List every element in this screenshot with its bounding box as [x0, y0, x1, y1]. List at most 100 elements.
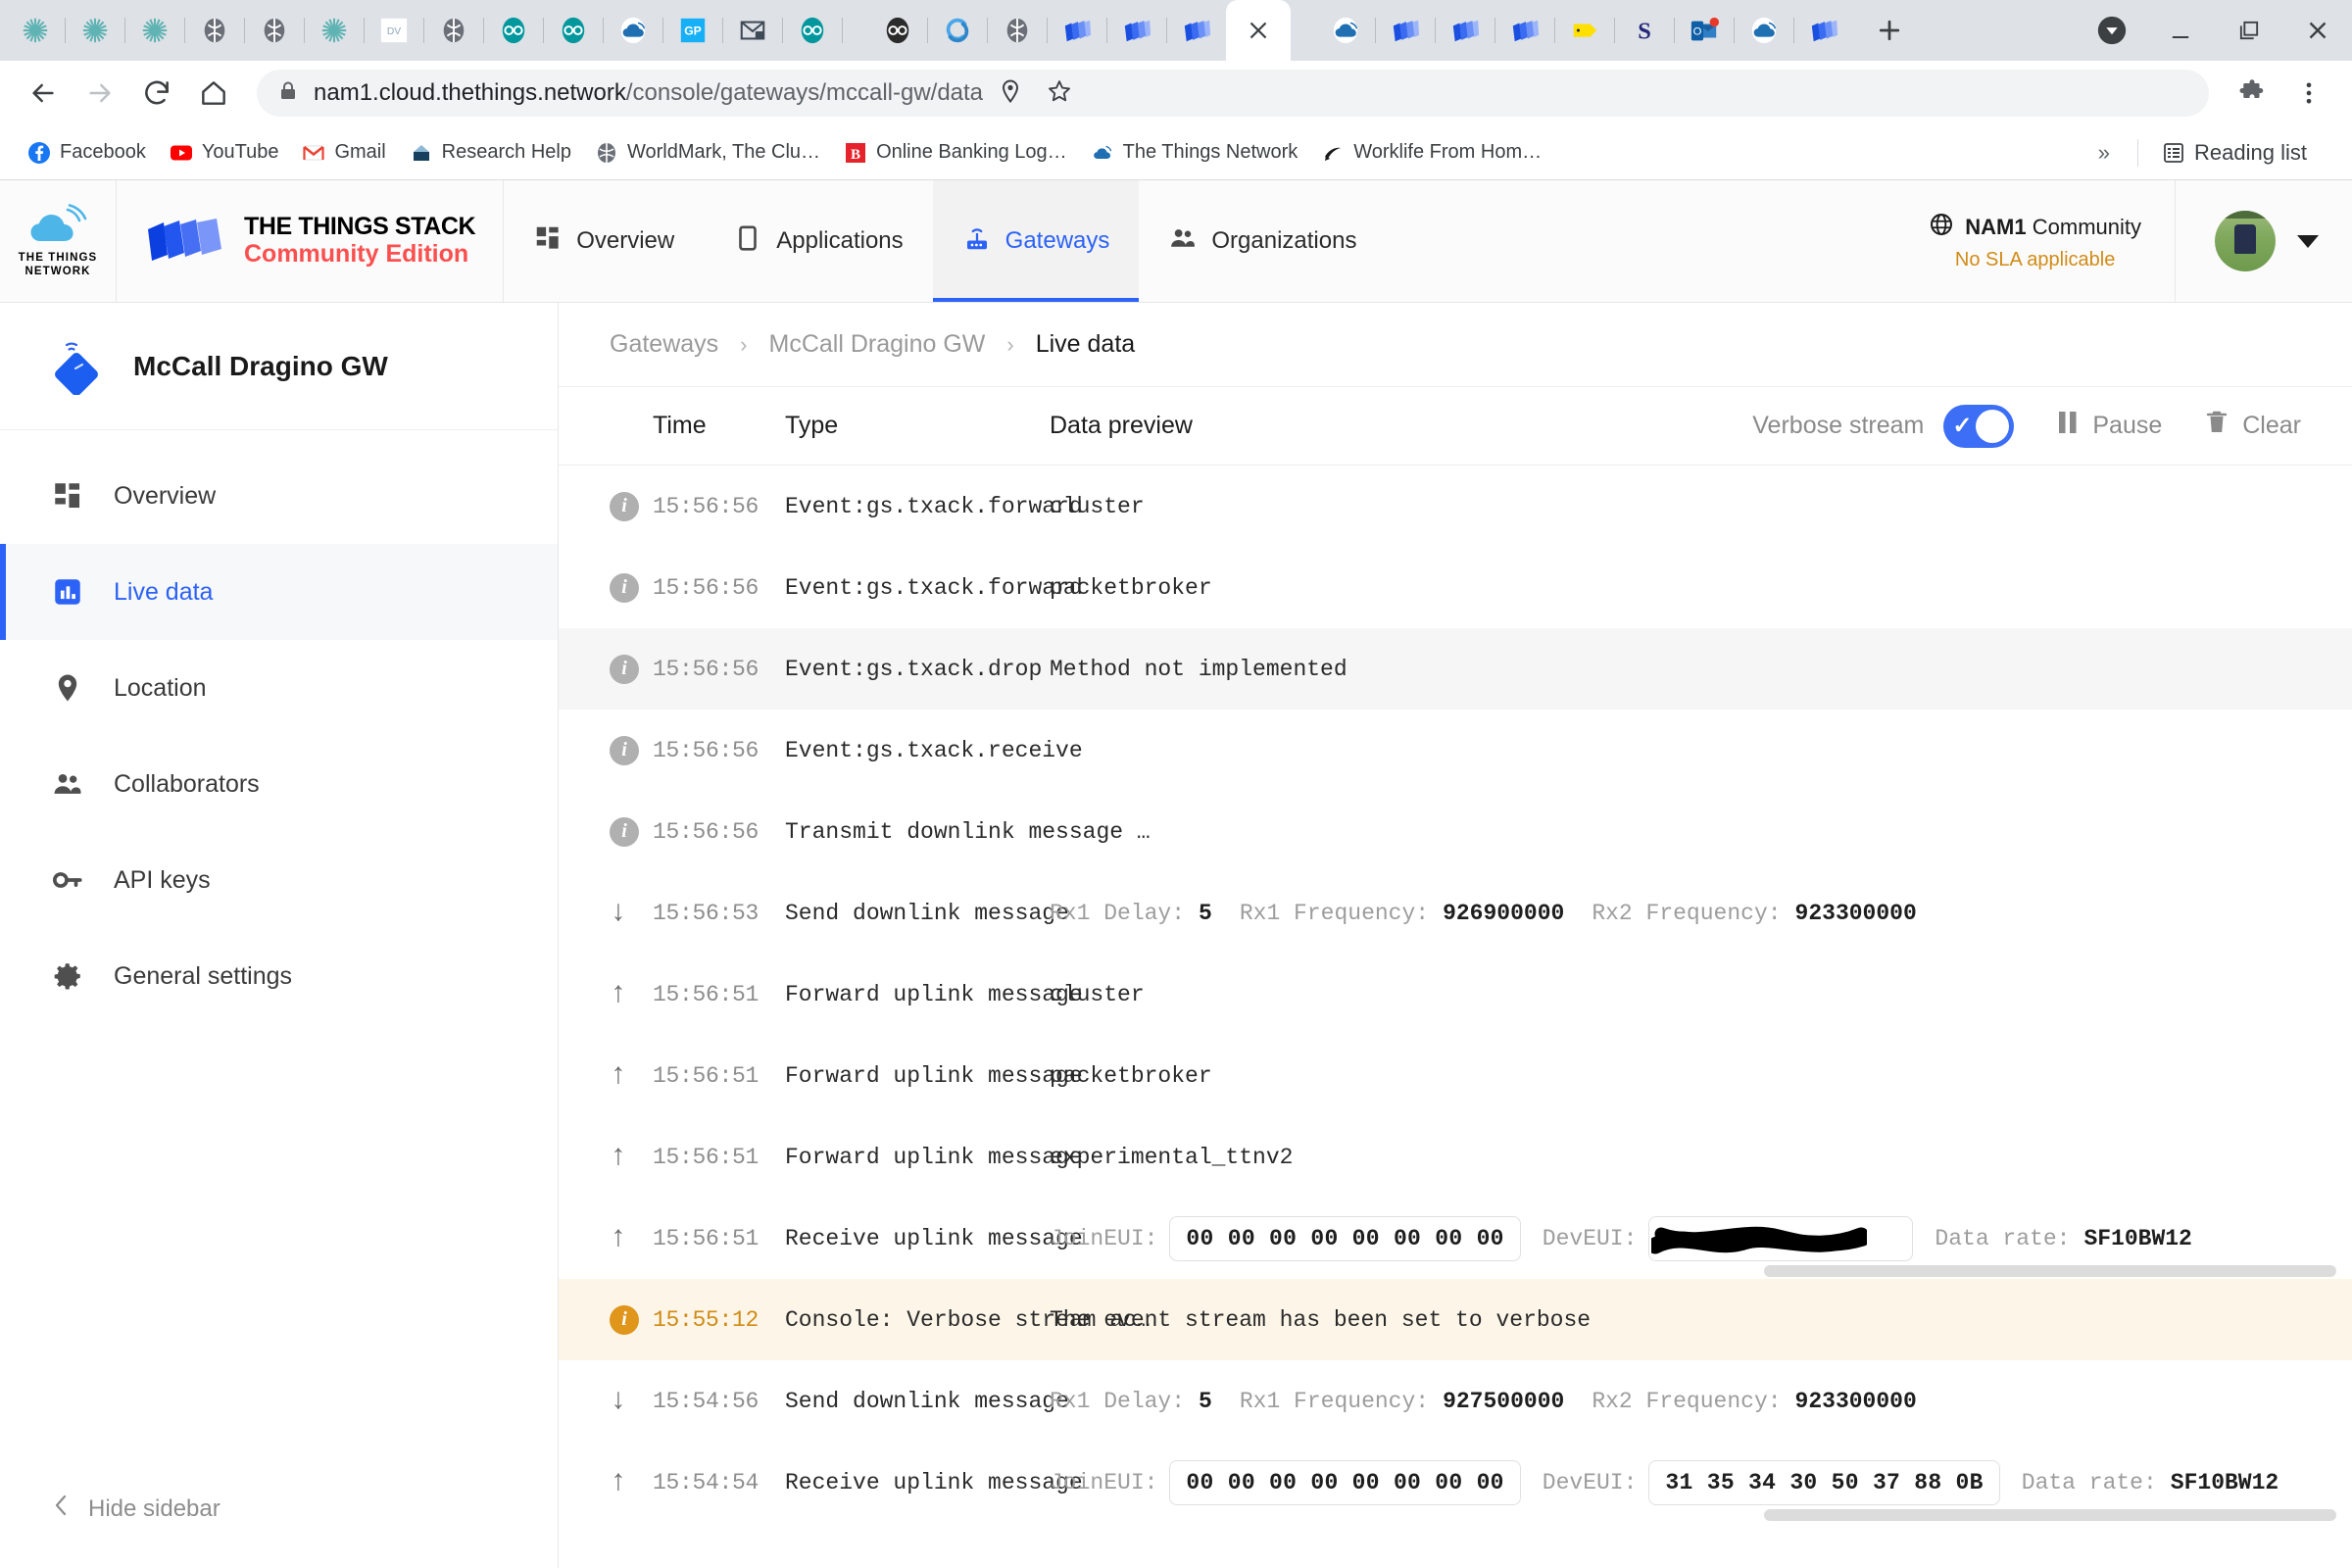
- table-row[interactable]: ↑ 15:56:51 Forward uplink message experimen…: [559, 1116, 2352, 1198]
- row-status-icon: i: [610, 654, 653, 684]
- nav-item-organizations[interactable]: Organizations: [1139, 180, 1386, 302]
- bookmark-star-icon[interactable]: [1046, 77, 1073, 110]
- sidebar-item-overview[interactable]: Overview: [0, 448, 558, 544]
- address-bar[interactable]: nam1.cloud.thethings.network/console/gat…: [257, 70, 2209, 117]
- profile-icon[interactable]: [2078, 0, 2146, 61]
- cluster-info[interactable]: NAM1 Community No SLA applicable: [1895, 180, 2176, 302]
- tab-sunburst-4[interactable]: [305, 0, 364, 61]
- verbose-stream-toggle[interactable]: ✓: [1943, 404, 2015, 448]
- table-row[interactable]: ↓ 15:54:56 Send downlink message Rx1 Delay:…: [559, 1360, 2352, 1442]
- gateway-router-icon: [962, 223, 992, 260]
- gateway-diamond-icon: [51, 338, 108, 396]
- bookmark-online-banking-log[interactable]: B Online Banking Log…: [834, 135, 1077, 171]
- table-row[interactable]: i 15:56:56 Event:gs.txack.drop Method not i…: [559, 628, 2352, 710]
- three-dot-menu-icon[interactable]: [2283, 68, 2334, 119]
- tab-sync[interactable]: [928, 0, 987, 61]
- tab-s[interactable]: S: [1615, 0, 1674, 61]
- deveui-value[interactable]: 31 35 34 30 50 37 88 0B: [1648, 1459, 2000, 1505]
- tab-arduino-1[interactable]: [484, 0, 543, 61]
- table-row[interactable]: ↑ 15:54:54 Receive uplink message JoinEUI: 0…: [559, 1442, 2352, 1523]
- tab-ttn-3[interactable]: [1735, 0, 1793, 61]
- close-icon[interactable]: [2283, 0, 2352, 61]
- minimize-icon[interactable]: [2146, 0, 2215, 61]
- table-row[interactable]: i 15:56:56 Event:gs.txack.receive: [559, 710, 2352, 791]
- maximize-icon[interactable]: [2215, 0, 2283, 61]
- tab-livedata[interactable]: [1226, 0, 1291, 61]
- svg-text:GP: GP: [684, 24, 702, 38]
- horizontal-scrollbar[interactable]: [1764, 1509, 2336, 1521]
- nav-item-gateways[interactable]: Gateways: [932, 180, 1140, 302]
- nav-item-applications[interactable]: Applications: [704, 180, 932, 302]
- tab-arduino-dark[interactable]: [868, 0, 927, 61]
- sidebar-item-live-data[interactable]: Live data: [0, 544, 558, 640]
- pause-button[interactable]: Pause: [2057, 409, 2162, 443]
- tab-arduino-2[interactable]: [544, 0, 603, 61]
- tab-stack-7[interactable]: [1794, 0, 1853, 61]
- back-arrow-icon[interactable]: [18, 68, 69, 119]
- forward-arrow-icon[interactable]: [74, 68, 125, 119]
- tab-separator: [842, 18, 843, 43]
- sidebar-item-collaborators[interactable]: Collaborators: [0, 736, 558, 832]
- bookmark-youtube[interactable]: YouTube: [160, 135, 289, 171]
- bookmarks-overflow-button[interactable]: »: [2084, 140, 2124, 166]
- tab-sunburst-1[interactable]: [6, 0, 65, 61]
- puzzle-piece-icon[interactable]: [2227, 68, 2278, 119]
- location-pin-icon[interactable]: [997, 77, 1024, 110]
- tab-outlook[interactable]: O: [1675, 0, 1734, 61]
- table-row[interactable]: i 15:56:56 Transmit downlink message …: [559, 791, 2352, 872]
- table-row[interactable]: i 15:56:56 Event:gs.txack.forward packetbro…: [559, 547, 2352, 628]
- tab-globe-1[interactable]: [185, 0, 244, 61]
- table-row[interactable]: i 15:56:56 Event:gs.txack.forward cluster: [559, 466, 2352, 547]
- the-things-network-logo[interactable]: THE THINGS NETWORK: [0, 180, 117, 302]
- bookmark-gmail[interactable]: Gmail: [292, 135, 395, 171]
- tab-ttn-2[interactable]: [1316, 0, 1375, 61]
- tab-globe-2[interactable]: [245, 0, 304, 61]
- bookmark-worldmark-the-clu[interactable]: WorldMark, The Clu…: [585, 135, 830, 171]
- bookmark-the-things-network[interactable]: The Things Network: [1081, 135, 1308, 171]
- tab-securemail[interactable]: [723, 0, 782, 61]
- user-menu[interactable]: [2176, 211, 2352, 271]
- reload-icon[interactable]: [131, 68, 182, 119]
- joineui-value[interactable]: 00 00 00 00 00 00 00 00: [1169, 1215, 1521, 1261]
- tab-globe-4[interactable]: [988, 0, 1047, 61]
- tab-gp[interactable]: GP: [663, 0, 722, 61]
- horizontal-scrollbar[interactable]: [1764, 1265, 2336, 1277]
- reading-list-button[interactable]: Reading list: [2152, 134, 2317, 172]
- clear-button[interactable]: Clear: [2205, 409, 2301, 443]
- table-row[interactable]: ↑ 15:56:51 Forward uplink message packetbro…: [559, 1035, 2352, 1116]
- tab-stack-3[interactable]: [1167, 0, 1226, 61]
- tab-tag[interactable]: [1555, 0, 1614, 61]
- table-row[interactable]: ↑ 15:56:51 Receive uplink message JoinEUI: 0…: [559, 1198, 2352, 1279]
- table-row[interactable]: ↑ 15:56:51 Forward uplink message cluster: [559, 954, 2352, 1035]
- hide-sidebar-button[interactable]: Hide sidebar: [51, 1493, 507, 1525]
- joineui-value[interactable]: 00 00 00 00 00 00 00 00: [1169, 1459, 1521, 1505]
- bookmark-facebook[interactable]: Facebook: [18, 135, 156, 171]
- avatar[interactable]: [2215, 211, 2276, 271]
- tab-stack-1[interactable]: [1048, 0, 1106, 61]
- tab-arduino-3[interactable]: [783, 0, 842, 61]
- tab-dv[interactable]: DV: [365, 0, 423, 61]
- tab-stack-4[interactable]: [1376, 0, 1435, 61]
- bookmark-research-help[interactable]: Research Help: [400, 135, 581, 171]
- tab-sunburst-3[interactable]: [125, 0, 184, 61]
- breadcrumb-item-mccall-dragino-gw[interactable]: McCall Dragino GW: [769, 330, 986, 359]
- breadcrumb-item-gateways[interactable]: Gateways: [610, 330, 718, 359]
- new-tab-button[interactable]: [1863, 4, 1916, 57]
- tab-stack-2[interactable]: [1107, 0, 1166, 61]
- tab-stack-6[interactable]: [1495, 0, 1554, 61]
- bookmark-worklife-from-hom[interactable]: Worklife From Hom…: [1311, 135, 1551, 171]
- sidebar-item-api-keys[interactable]: API keys: [0, 832, 558, 928]
- table-row[interactable]: ↓ 15:56:53 Send downlink message Rx1 Delay:…: [559, 872, 2352, 954]
- tab-ttn-1[interactable]: [604, 0, 662, 61]
- table-row[interactable]: i 15:55:12 Console: Verbose stream ac… The …: [559, 1279, 2352, 1360]
- sidebar-item-location[interactable]: Location: [0, 640, 558, 736]
- nav-item-overview[interactable]: Overview: [504, 180, 704, 302]
- deveui-value[interactable]: [1648, 1215, 1914, 1261]
- tab-sunburst-2[interactable]: [66, 0, 124, 61]
- bookmark-label: The Things Network: [1122, 141, 1298, 163]
- tab-globe-3[interactable]: [424, 0, 483, 61]
- tab-stack-5[interactable]: [1436, 0, 1494, 61]
- chevron-down-icon[interactable]: [2297, 234, 2319, 248]
- sidebar-item-general-settings[interactable]: General settings: [0, 928, 558, 1024]
- home-icon[interactable]: [188, 68, 239, 119]
